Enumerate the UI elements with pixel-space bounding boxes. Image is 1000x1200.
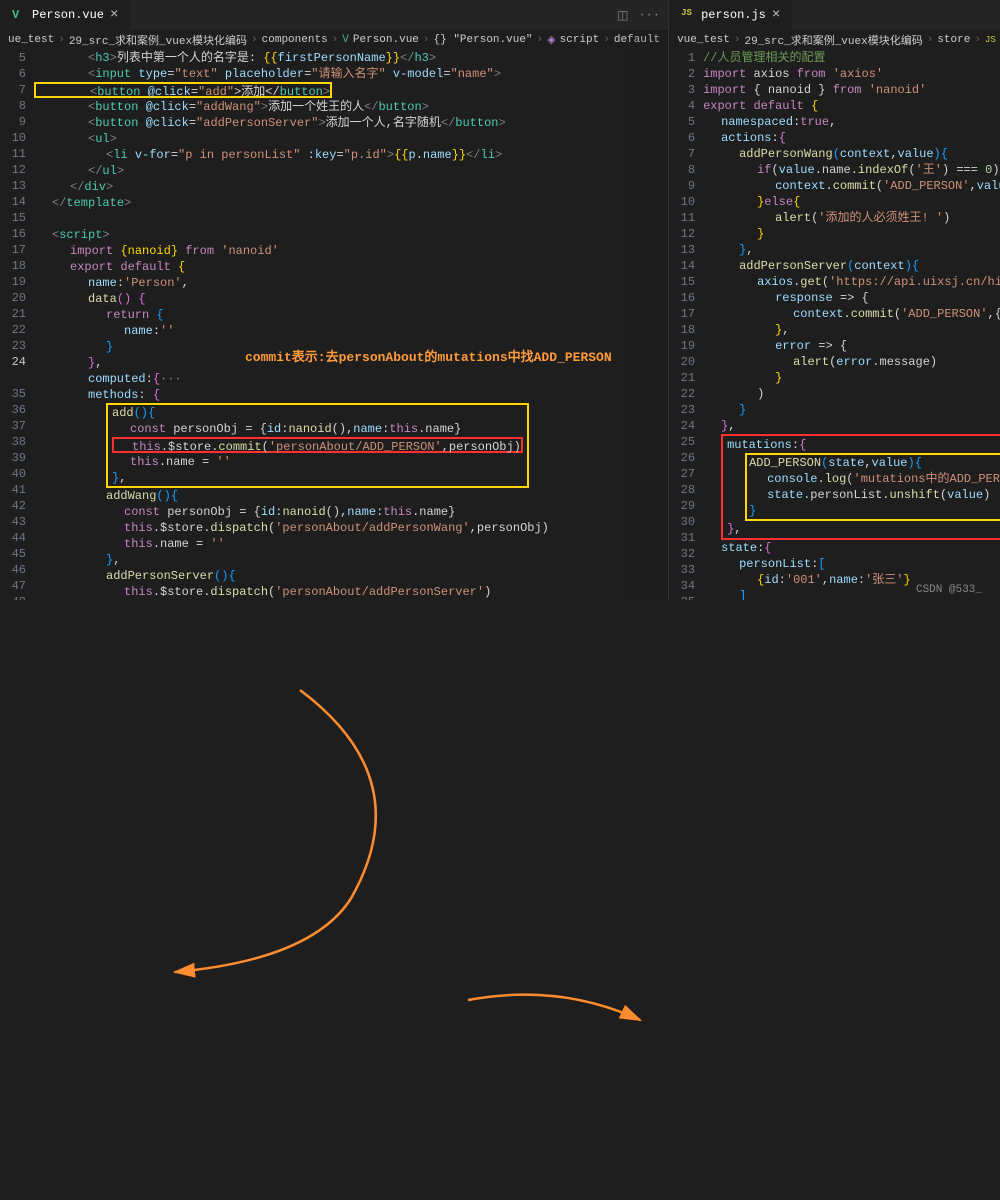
left-code[interactable]: <h3>列表中第一个人的名字是: {{firstPersonName}}</h3… [34, 50, 668, 600]
minimap[interactable] [628, 30, 668, 600]
right-tabs: JS person.js × [669, 0, 1000, 30]
left-tabs: V Person.vue × ◫ ··· [0, 0, 668, 30]
watermark: CSDN @533_ [916, 584, 982, 596]
tab-label: person.js [701, 8, 766, 22]
tab-label: Person.vue [32, 8, 104, 22]
left-editor[interactable]: 5678910111213141516171819202122232435363… [0, 50, 668, 600]
right-editor[interactable]: 1234567891011121314151617181920212223242… [669, 50, 1000, 600]
right-gutter: 1234567891011121314151617181920212223242… [669, 50, 703, 600]
close-icon[interactable]: × [110, 7, 118, 23]
mutations-block: mutations:{ ADD_PERSON(state,value){ con… [721, 434, 1000, 540]
close-icon[interactable]: × [772, 7, 780, 23]
add-method-block: add(){ const personObj = {id:nanoid(),na… [106, 403, 529, 488]
arrows-overlay [0, 600, 1000, 1200]
more-icon[interactable]: ··· [638, 8, 660, 23]
tab-person-js[interactable]: JS person.js × [669, 0, 792, 30]
left-editor-pane: V Person.vue × ◫ ··· ue_test› 29_src_求和案… [0, 0, 669, 600]
editor-actions: ◫ ··· [617, 8, 668, 23]
js-icon: JS [681, 8, 695, 22]
right-editor-pane: JS person.js × vue_test› 29_src_求和案例_vue… [669, 0, 1000, 600]
button-add-line: <button @click="add">添加</button> [34, 82, 332, 98]
right-code[interactable]: //人员管理相关的配置 import axios from 'axios' im… [703, 50, 1000, 600]
vue-icon: V [12, 8, 26, 22]
commit-annotation: commit表示:去personAbout的mutations中找ADD_PER… [245, 346, 612, 365]
left-breadcrumb[interactable]: ue_test› 29_src_求和案例_vuex模块化编码› componen… [0, 30, 668, 50]
split-editor-icon[interactable]: ◫ [617, 8, 628, 23]
tab-person-vue[interactable]: V Person.vue × [0, 0, 130, 30]
right-breadcrumb[interactable]: vue_test› 29_src_求和案例_vuex模块化编码› store› … [669, 30, 1000, 50]
commit-line: this.$store.commit('personAbout/ADD_PERS… [112, 437, 523, 453]
add-person-mutation: ADD_PERSON(state,value){ console.log('mu… [745, 453, 1000, 521]
left-gutter: 5678910111213141516171819202122232435363… [0, 50, 34, 600]
